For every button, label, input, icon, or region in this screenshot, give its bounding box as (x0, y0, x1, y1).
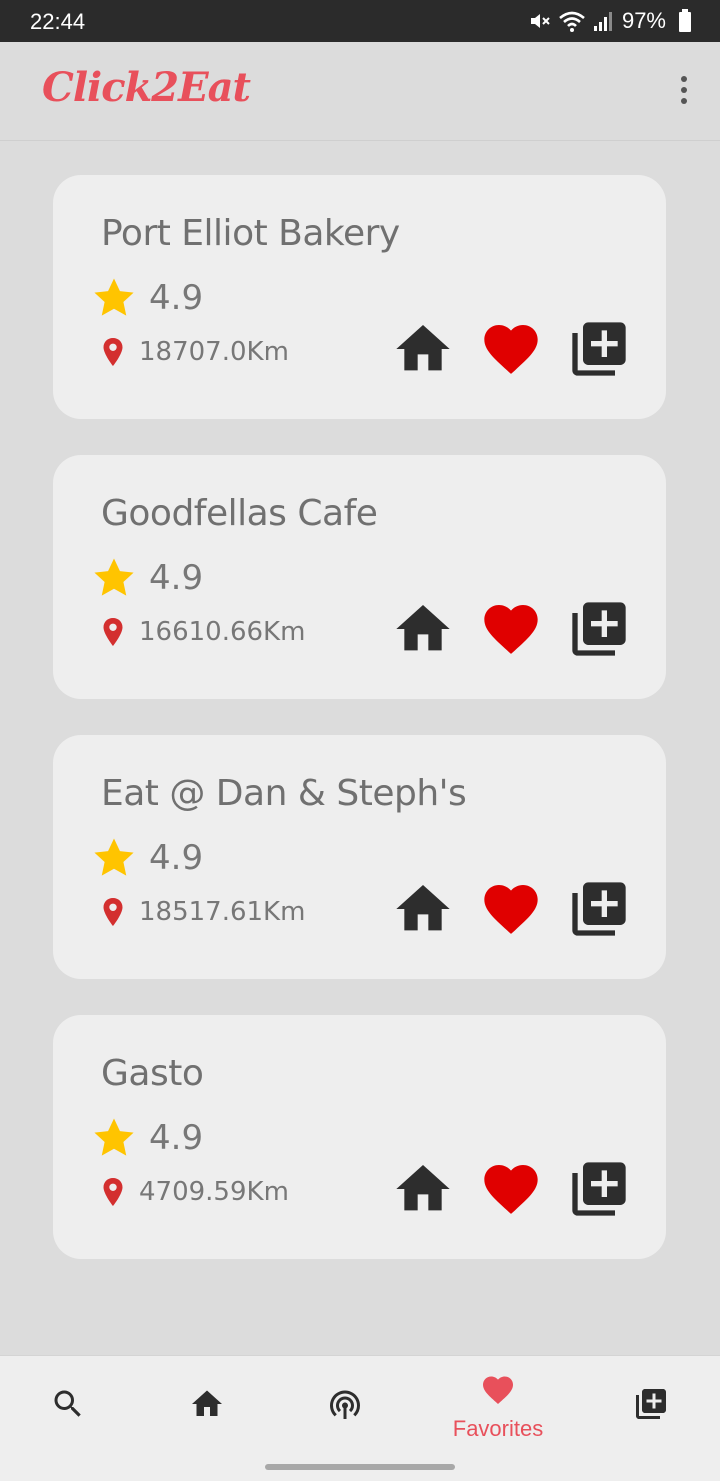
heart-icon[interactable] (479, 1157, 543, 1221)
bottom-nav: Favorites (0, 1355, 720, 1481)
add-to-collection-icon (636, 1389, 666, 1419)
location-pin-icon (103, 898, 123, 926)
rating: 4.9 (91, 1115, 203, 1161)
card-actions (391, 597, 631, 661)
distance-value: 18707.0Km (139, 337, 289, 367)
location-pin-icon (103, 618, 123, 646)
add-to-collection-icon[interactable] (567, 597, 631, 661)
overflow-menu-icon[interactable] (678, 76, 690, 106)
rating: 4.9 (91, 835, 203, 881)
heart-icon[interactable] (479, 317, 543, 381)
location-pin-icon (103, 338, 123, 366)
nav-label-favorites: Favorites (452, 1416, 544, 1441)
heart-icon[interactable] (479, 597, 543, 661)
rating-value: 4.9 (149, 558, 204, 598)
star-icon (94, 278, 134, 316)
wifi-icon (559, 11, 585, 32)
home-icon[interactable] (391, 877, 455, 941)
status-bar: 22:44 97% (0, 0, 720, 42)
card-actions (391, 1157, 631, 1221)
star-icon (94, 558, 134, 596)
mute-icon (530, 14, 550, 28)
distance-value: 16610.66Km (139, 617, 306, 647)
card-actions (391, 877, 631, 941)
rating-value: 4.9 (149, 278, 204, 318)
restaurant-card[interactable]: Eat @ Dan & Steph's 4.9 18517.61Km (53, 735, 666, 979)
distance-value: 4709.59Km (139, 1177, 289, 1207)
distance: 18707.0Km (101, 337, 289, 367)
home-icon[interactable] (391, 597, 455, 661)
signal-icon (593, 12, 612, 31)
add-to-collection-icon[interactable] (567, 877, 631, 941)
home-icon (192, 1390, 222, 1416)
app-bar: Click2Eat (0, 42, 720, 141)
restaurant-card[interactable]: Gasto 4.9 4709.59Km (53, 1015, 666, 1259)
status-time: 22:44 (30, 9, 86, 34)
star-icon (94, 838, 134, 876)
rating-value: 4.9 (149, 1118, 204, 1158)
home-icon[interactable] (391, 1157, 455, 1221)
status-icons: 97% (522, 8, 692, 34)
distance-value: 18517.61Km (139, 897, 306, 927)
distance: 18517.61Km (101, 897, 305, 927)
gesture-bar[interactable] (265, 1464, 455, 1470)
battery-percent: 97% (621, 8, 666, 33)
distance: 4709.59Km (101, 1177, 289, 1207)
distance: 16610.66Km (101, 617, 305, 647)
add-to-collection-icon[interactable] (567, 1157, 631, 1221)
star-icon (94, 1118, 134, 1156)
app-logo: Click2Eat (42, 64, 251, 111)
restaurant-card[interactable]: Goodfellas Cafe 4.9 16610.66Km (53, 455, 666, 699)
rating-value: 4.9 (149, 838, 204, 878)
search-icon (54, 1390, 81, 1417)
add-to-collection-icon[interactable] (567, 317, 631, 381)
restaurant-card[interactable]: Port Elliot Bakery 4.9 18707.0Km (53, 175, 666, 419)
rating: 4.9 (91, 275, 203, 321)
card-actions (391, 317, 631, 381)
restaurant-name: Goodfellas Cafe (101, 493, 378, 534)
restaurant-name: Gasto (101, 1053, 204, 1094)
heart-icon (483, 1376, 513, 1405)
restaurant-name: Eat @ Dan & Steph's (101, 773, 467, 814)
rating: 4.9 (91, 555, 203, 601)
home-icon[interactable] (391, 317, 455, 381)
nav-add[interactable] (581, 1356, 720, 1456)
battery-icon (679, 9, 691, 32)
nav-search[interactable] (0, 1356, 138, 1456)
broadcast-icon (330, 1390, 361, 1419)
nav-home[interactable] (137, 1356, 277, 1456)
restaurant-name: Port Elliot Bakery (101, 213, 400, 254)
heart-icon[interactable] (479, 877, 543, 941)
nav-favorites[interactable]: Favorites (428, 1356, 568, 1456)
nav-nearby[interactable] (275, 1356, 415, 1456)
location-pin-icon (103, 1178, 123, 1206)
